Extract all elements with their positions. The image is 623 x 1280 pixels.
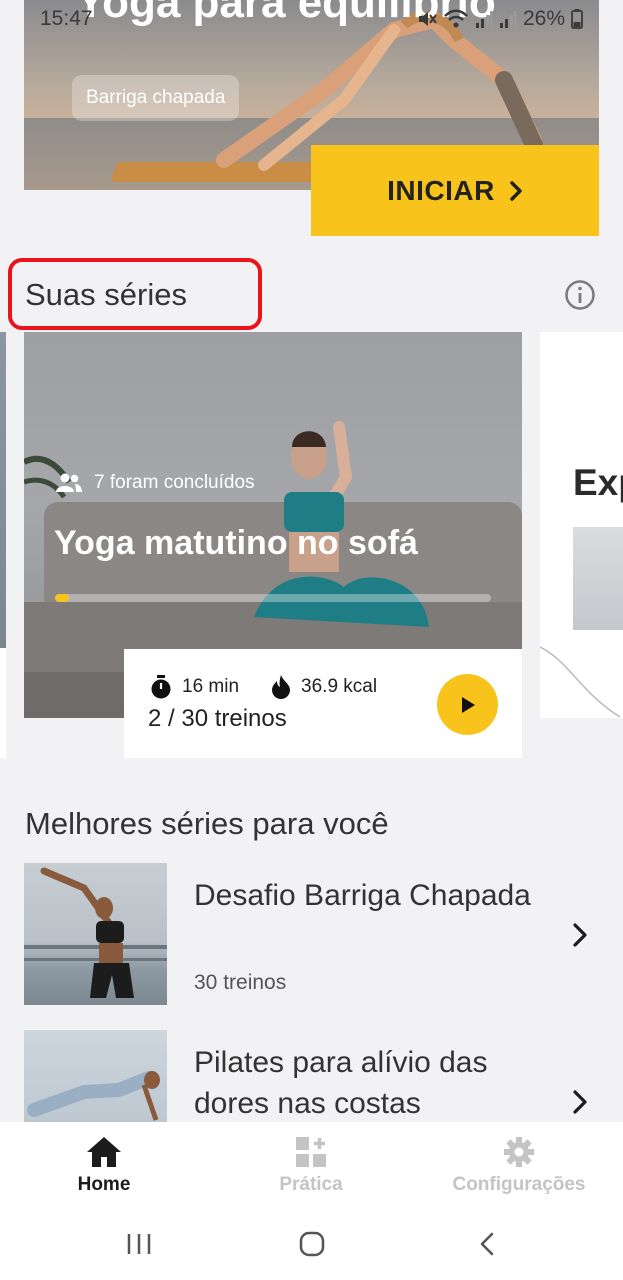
highlight-box — [8, 258, 262, 330]
series-stats: 16 min 36.9 kcal — [150, 675, 377, 699]
series-thumbnail — [24, 863, 167, 1005]
start-button-label: INICIAR — [387, 174, 495, 206]
series-workouts-count: 2 / 30 treinos — [148, 705, 287, 732]
completed-count: 7 foram concluídos — [94, 472, 255, 493]
signal-icon — [475, 11, 493, 28]
next-series-title: Exp — [573, 462, 623, 503]
recent-apps-icon[interactable] — [126, 1232, 152, 1256]
battery-icon — [571, 9, 583, 29]
series-info-panel: 16 min 36.9 kcal 2 / 30 treinos — [124, 649, 522, 758]
nav-item-home[interactable]: Home — [4, 1136, 204, 1196]
series-item-subtitle: 30 treinos — [194, 971, 287, 994]
list-item[interactable]: Desafio Barriga Chapada 30 treinos — [24, 863, 599, 1005]
bottom-navigation: Home Prática Configurações — [0, 1122, 623, 1212]
chevron-right-icon — [573, 1090, 587, 1114]
chevron-right-icon — [510, 180, 522, 201]
series-item-title: Pilates para alívio das dores nas costas — [194, 1046, 488, 1120]
flame-icon — [272, 675, 291, 699]
status-icons: 26% — [417, 7, 583, 31]
status-bar: 15:47 26% — [0, 0, 623, 38]
app-screen: Yoga para equilíbrio Barriga chapada INI… — [0, 0, 623, 1280]
hero-tag: Barriga chapada — [72, 75, 240, 121]
nav-label-home: Home — [77, 1174, 131, 1195]
gear-icon — [504, 1137, 534, 1167]
next-series-card[interactable]: Exp — [540, 332, 623, 718]
best-series-title: Melhores séries para você — [25, 806, 389, 841]
series-duration: 16 min — [182, 676, 240, 697]
mute-icon — [418, 12, 437, 26]
nav-label-settings: Configurações — [452, 1174, 586, 1195]
practice-grid-icon — [296, 1137, 326, 1167]
series-item-title: Desafio Barriga Chapada — [194, 879, 531, 912]
home-circle-icon[interactable] — [299, 1231, 325, 1257]
series-progress-fill — [55, 594, 70, 602]
home-icon — [87, 1137, 121, 1167]
play-icon — [461, 696, 475, 713]
next-series-image — [573, 527, 623, 630]
completed-row: 7 foram concluídos — [56, 472, 255, 494]
start-button[interactable]: INICIAR — [311, 145, 599, 236]
play-button[interactable] — [437, 674, 498, 735]
series-name: Yoga matutino no sofá — [54, 524, 418, 562]
people-icon — [56, 473, 82, 492]
wifi-icon — [444, 9, 468, 28]
previous-series-card[interactable] — [0, 332, 6, 648]
nav-item-settings[interactable]: Configurações — [419, 1136, 619, 1196]
status-time: 15:47 — [40, 7, 93, 30]
chevron-right-icon — [573, 923, 587, 947]
back-icon[interactable] — [478, 1232, 496, 1256]
stopwatch-icon — [151, 675, 171, 699]
signal-icon — [499, 11, 517, 28]
previous-series-card-panel — [0, 648, 6, 758]
series-progress-bar — [55, 594, 491, 602]
stretching-woman-image — [24, 867, 167, 998]
system-navigation-bar — [0, 1212, 623, 1280]
series-calories: 36.9 kcal — [301, 676, 378, 697]
battery-percent: 26% — [522, 7, 565, 30]
nav-item-practice[interactable]: Prática — [211, 1136, 411, 1196]
nav-label-practice: Prática — [279, 1174, 343, 1195]
series-card[interactable]: 7 foram concluídos Yoga matutino no sofá… — [24, 332, 522, 758]
decorative-curve — [540, 646, 621, 718]
info-icon[interactable] — [564, 279, 596, 311]
